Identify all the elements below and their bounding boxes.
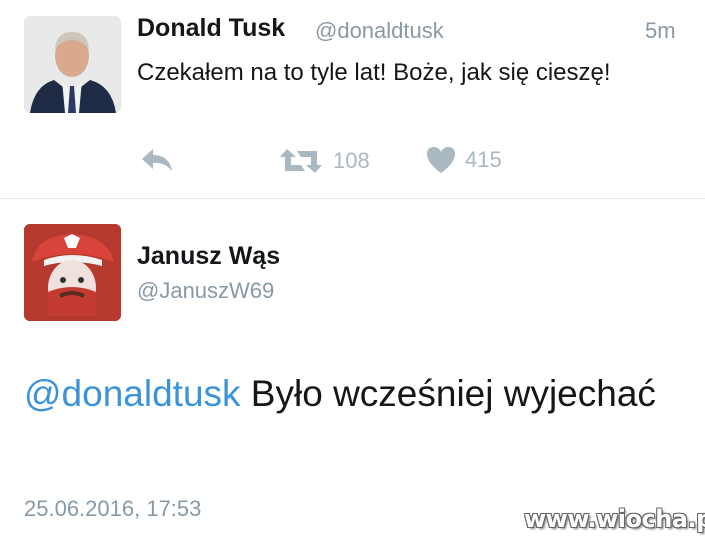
avatar-janusz-was[interactable] — [24, 224, 121, 321]
tweet-text: Czekałem na to tyle lat! Boże, jak się c… — [137, 59, 611, 86]
tweet-body-2: Było wcześniej wyjechać — [240, 373, 656, 414]
author-name[interactable]: Donald Tusk — [137, 14, 285, 43]
divider — [0, 198, 705, 199]
retweet-count: 108 — [333, 148, 370, 173]
tweet-time: 5m — [645, 18, 676, 43]
like-count: 415 — [465, 147, 502, 172]
tweet-actions: 108 415 — [137, 145, 557, 177]
author-handle[interactable]: @donaldtusk — [315, 18, 444, 44]
reply-button[interactable] — [139, 145, 175, 175]
like-button[interactable]: 415 — [425, 145, 502, 175]
watermark: www.wiocha.pl — [524, 505, 705, 533]
tweet-text-2: @donaldtusk Było wcześniej wyjechać — [24, 366, 664, 421]
heart-icon — [427, 147, 455, 173]
tweet-timestamp: 25.06.2016, 17:53 — [24, 496, 202, 521]
author-name-2[interactable]: Janusz Wąs — [137, 242, 280, 271]
reply-icon — [142, 149, 172, 171]
retweet-button[interactable]: 108 — [277, 145, 370, 177]
avatar-donald-tusk[interactable] — [24, 16, 121, 113]
retweet-icon — [280, 149, 322, 173]
tweet-donald-tusk[interactable]: Donald Tusk @donaldtusk 5m Czekałem na t… — [0, 0, 705, 198]
author-handle-2[interactable]: @JanuszW69 — [137, 278, 274, 304]
mention-link[interactable]: @donaldtusk — [24, 373, 241, 414]
